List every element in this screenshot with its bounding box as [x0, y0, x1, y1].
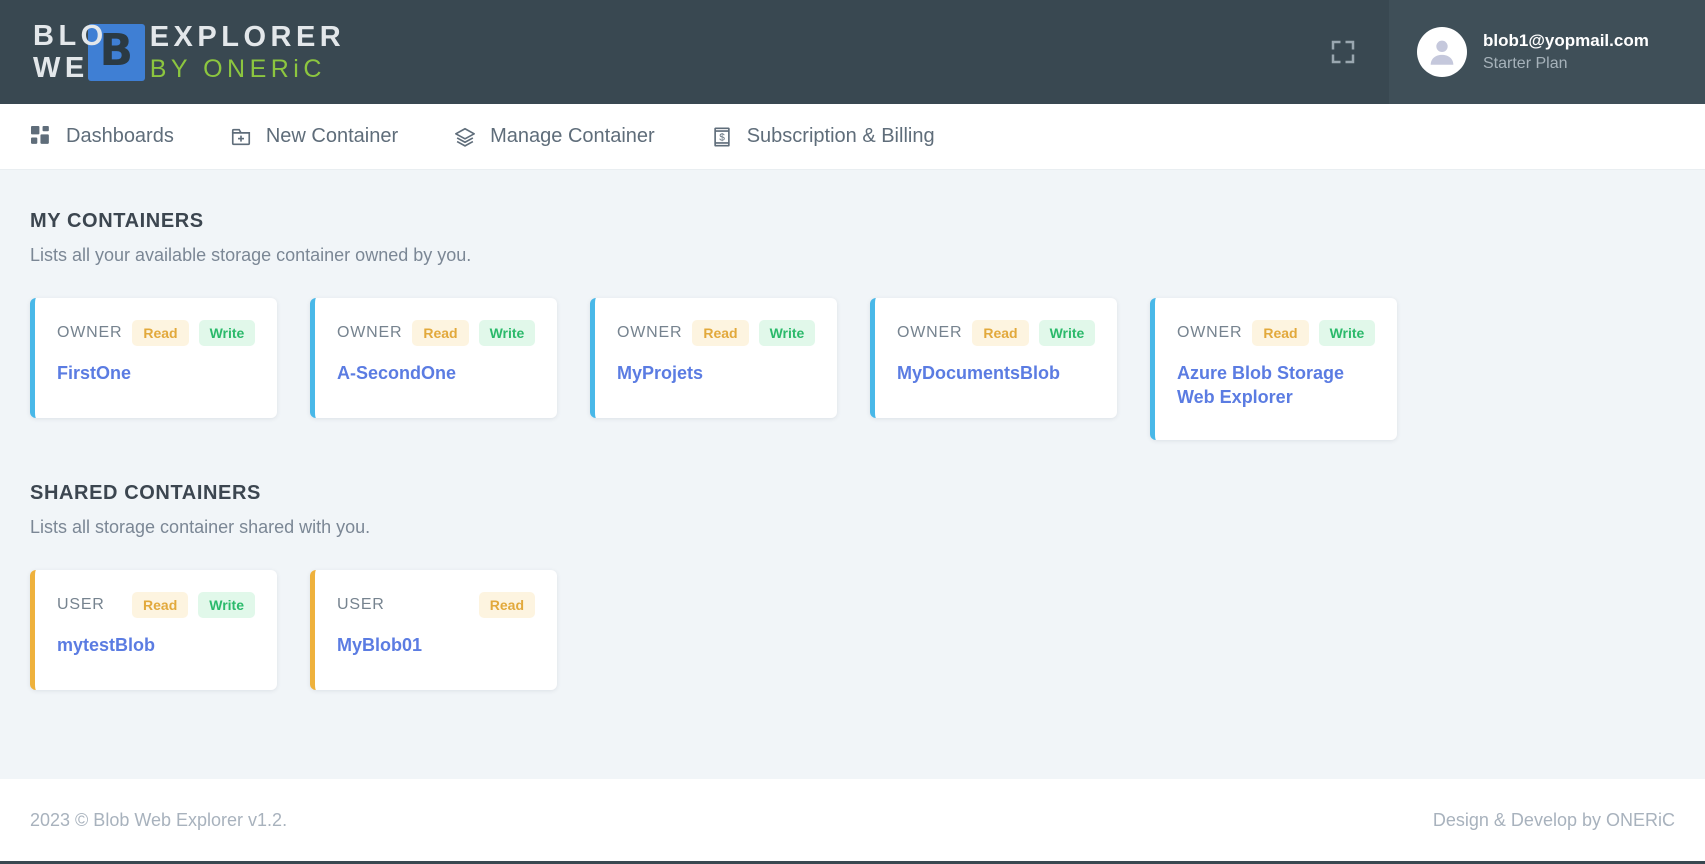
container-name[interactable]: mytestBlob	[57, 634, 255, 658]
fullscreen-icon[interactable]	[1326, 35, 1360, 69]
shared-container-card[interactable]: USER Read MyBlob01	[310, 569, 557, 690]
section-subtitle-shared-containers: Lists all storage container shared with …	[30, 516, 371, 537]
user-plan: Starter Plan	[1483, 54, 1568, 72]
logo-zone: BLO WE B EXPLORER BY ONERiC	[0, 0, 1297, 104]
card-role-label: OWNER	[337, 324, 403, 341]
nav-label-new-container: New Container	[265, 125, 399, 147]
nav-label-dashboards: Dashboards	[66, 125, 174, 147]
badge-read: Read	[692, 320, 749, 346]
badge-write: Write	[198, 320, 256, 346]
badge-write: Write	[1038, 320, 1096, 346]
badge-read: Read	[132, 320, 189, 346]
nav-label-manage-container: Manage Container	[490, 125, 655, 147]
card-role-label: OWNER	[897, 324, 963, 341]
section-shared-containers: SHARED CONTAINERS Lists all storage cont…	[30, 482, 1675, 690]
card-role-label: USER	[337, 595, 385, 613]
dashboard-grid-icon	[30, 126, 52, 148]
add-box-icon	[230, 126, 252, 148]
card-header: OWNER Read Write	[897, 320, 1096, 346]
app-logo[interactable]: BLO WE B EXPLORER BY ONERiC	[33, 21, 345, 83]
user-panel[interactable]: blob1@yopmail.com Starter Plan	[1389, 0, 1705, 104]
container-name[interactable]: MyProjets	[617, 362, 815, 386]
card-header: OWNER Read Write	[57, 320, 256, 346]
container-card[interactable]: OWNER Read Write MyDocumentsBlob	[870, 298, 1117, 418]
badge-write: Write	[758, 320, 816, 346]
nav-item-new-container[interactable]: New Container	[230, 125, 398, 148]
container-name[interactable]: FirstOne	[57, 362, 255, 386]
card-role-label: USER	[57, 595, 105, 613]
card-role-label: OWNER	[57, 324, 123, 341]
layers-icon	[454, 126, 476, 148]
container-name[interactable]: MyDocumentsBlob	[897, 362, 1095, 386]
badge-read: Read	[478, 591, 535, 618]
logo-text-explorer: EXPLORER	[149, 20, 346, 53]
card-role-label: OWNER	[1177, 324, 1243, 341]
card-header: USER Read Write	[57, 591, 255, 618]
badge-write: Write	[1318, 320, 1376, 346]
section-my-containers: MY CONTAINERS Lists all your available s…	[30, 210, 1675, 440]
user-avatar-icon	[1417, 27, 1467, 77]
container-card[interactable]: OWNER Read Write A-SecondOne	[310, 298, 557, 418]
main-nav: Dashboards New Container Manage Containe…	[0, 104, 1705, 170]
badge-write: Write	[478, 320, 536, 346]
shared-containers-list: USER Read Write mytestBlob USER Read MyB…	[30, 569, 1675, 690]
card-header: OWNER Read Write	[617, 320, 816, 346]
footer-credit: Design & Develop by ONERiC	[1432, 809, 1675, 830]
section-title-my-containers: MY CONTAINERS	[30, 210, 204, 232]
logo-text-we: WE	[33, 51, 89, 84]
card-header: OWNER Read Write	[337, 320, 536, 346]
badge-read: Read	[412, 320, 469, 346]
card-role-label: OWNER	[617, 324, 683, 341]
section-subtitle-my-containers: Lists all your available storage contain…	[30, 245, 472, 265]
container-name[interactable]: A-SecondOne	[337, 362, 535, 386]
user-meta: blob1@yopmail.com Starter Plan	[1483, 30, 1649, 75]
footer-copyright: 2023 © Blob Web Explorer v1.2.	[30, 809, 288, 830]
main-content: MY CONTAINERS Lists all your available s…	[0, 170, 1705, 779]
page-footer: 2023 © Blob Web Explorer v1.2. Design & …	[0, 779, 1705, 864]
section-title-shared-containers: SHARED CONTAINERS	[30, 481, 261, 504]
top-bar: BLO WE B EXPLORER BY ONERiC blob1@yopmai…	[0, 0, 1705, 104]
badge-read: Read	[132, 591, 189, 618]
my-containers-list: OWNER Read Write FirstOne OWNER Read Wri…	[30, 298, 1675, 440]
container-card[interactable]: OWNER Read Write MyProjets	[590, 298, 837, 418]
nav-item-manage-container[interactable]: Manage Container	[454, 125, 655, 148]
app-root: BLO WE B EXPLORER BY ONERiC blob1@yopmai…	[0, 0, 1705, 864]
container-name[interactable]: Azure Blob Storage Web Explorer	[1177, 362, 1375, 410]
logo-text-byoneric: BY ONERiC	[149, 54, 326, 83]
nav-item-subscription-billing[interactable]: $ Subscription & Billing	[711, 125, 935, 148]
receipt-dollar-icon: $	[711, 126, 733, 148]
logo-left-text: BLO WE	[33, 19, 108, 84]
card-header: USER Read	[337, 591, 535, 618]
nav-item-dashboards[interactable]: Dashboards	[30, 125, 174, 148]
badge-write: Write	[198, 591, 255, 618]
topbar-actions	[1297, 0, 1389, 104]
badge-read: Read	[1252, 320, 1309, 346]
container-card[interactable]: OWNER Read Write Azure Blob Storage Web …	[1150, 298, 1397, 440]
svg-text:$: $	[719, 132, 725, 143]
shared-container-card[interactable]: USER Read Write mytestBlob	[30, 569, 277, 690]
badge-read: Read	[972, 320, 1029, 346]
nav-label-subscription-billing: Subscription & Billing	[746, 125, 935, 147]
user-email: blob1@yopmail.com	[1483, 30, 1649, 50]
container-card[interactable]: OWNER Read Write FirstOne	[30, 298, 277, 418]
logo-right-text: EXPLORER BY ONERiC	[149, 20, 346, 83]
card-header: OWNER Read Write	[1177, 320, 1376, 346]
container-name[interactable]: MyBlob01	[337, 634, 535, 658]
logo-text-blo: BLO	[33, 19, 108, 52]
